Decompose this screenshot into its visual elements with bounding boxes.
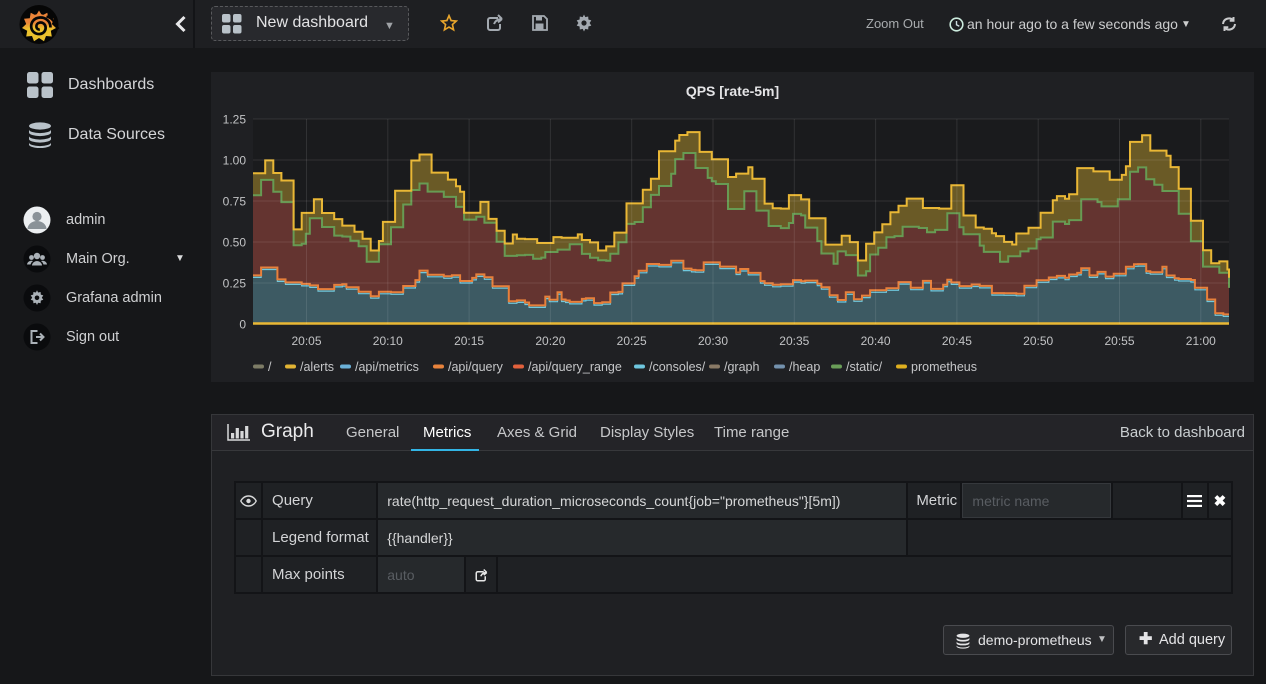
svg-text:0.25: 0.25 [223, 277, 247, 291]
svg-text:0: 0 [239, 318, 246, 332]
svg-text:/heap: /heap [789, 360, 820, 374]
svg-text:20:10: 20:10 [373, 334, 403, 348]
svg-text:/static/: /static/ [846, 360, 883, 374]
svg-text:20:35: 20:35 [779, 334, 809, 348]
svg-text:/consoles/: /consoles/ [649, 360, 706, 374]
svg-text:0.75: 0.75 [223, 195, 247, 209]
svg-text:/: / [268, 360, 272, 374]
svg-text:0.50: 0.50 [223, 236, 247, 250]
svg-text:20:05: 20:05 [291, 334, 321, 348]
svg-text:20:15: 20:15 [454, 334, 484, 348]
svg-text:21:00: 21:00 [1186, 334, 1216, 348]
svg-text:/api/metrics: /api/metrics [355, 360, 419, 374]
svg-text:20:55: 20:55 [1104, 334, 1134, 348]
svg-text:1.00: 1.00 [223, 154, 247, 168]
svg-text:20:20: 20:20 [535, 334, 565, 348]
svg-text:prometheus: prometheus [911, 360, 977, 374]
svg-text:/api/query: /api/query [448, 360, 504, 374]
svg-text:20:40: 20:40 [861, 334, 891, 348]
svg-text:/api/query_range: /api/query_range [528, 360, 622, 374]
svg-text:20:25: 20:25 [617, 334, 647, 348]
svg-text:/graph: /graph [724, 360, 759, 374]
svg-text:1.25: 1.25 [223, 113, 247, 127]
svg-text:20:50: 20:50 [1023, 334, 1053, 348]
svg-text:/alerts: /alerts [300, 360, 334, 374]
svg-text:20:30: 20:30 [698, 334, 728, 348]
svg-text:20:45: 20:45 [942, 334, 972, 348]
